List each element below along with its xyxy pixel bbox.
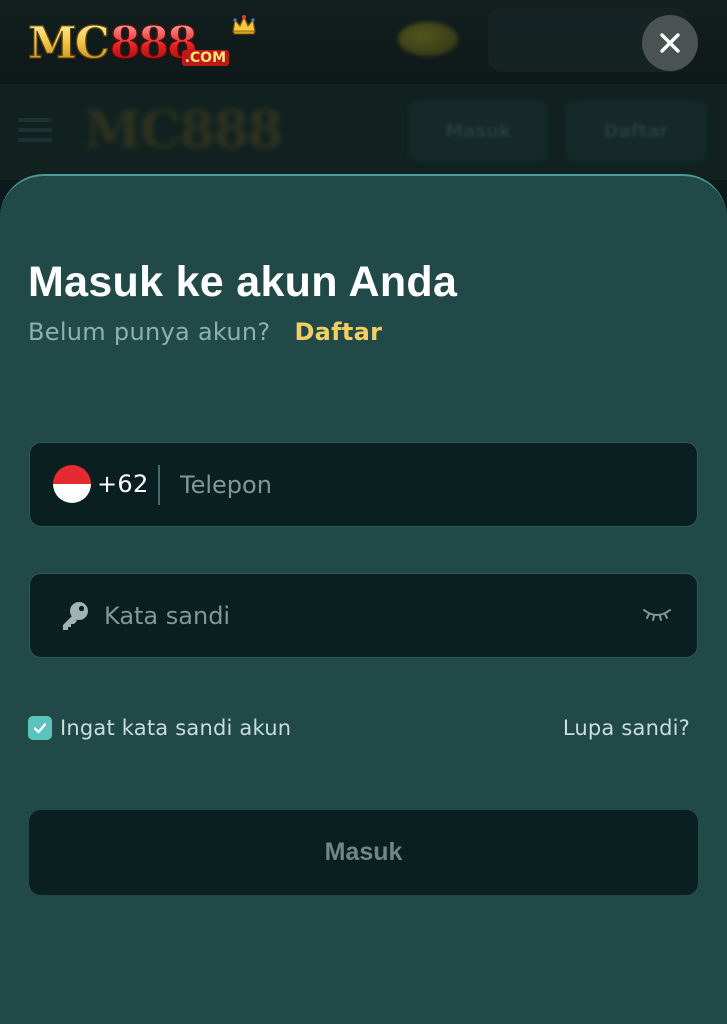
phone-field[interactable]: +62 (29, 442, 698, 527)
forgot-password-link[interactable]: Lupa sandi? (563, 716, 690, 740)
close-icon (660, 33, 680, 53)
logo-text-suffix: .COM (181, 50, 230, 66)
brand-logo: MC 888 .COM (28, 15, 256, 69)
register-link[interactable]: Daftar (294, 318, 382, 346)
checkmark-icon (33, 723, 47, 734)
phone-input[interactable] (180, 465, 680, 505)
crown-icon (232, 15, 256, 35)
close-button[interactable] (642, 15, 698, 71)
password-field[interactable] (29, 573, 698, 658)
remember-password-toggle[interactable]: Ingat kata sandi akun (28, 716, 291, 740)
page-title: Masuk ke akun Anda (28, 258, 458, 306)
country-code[interactable]: +62 (97, 470, 149, 498)
password-input[interactable] (104, 596, 624, 636)
eye-closed-icon[interactable] (642, 604, 672, 624)
logo-text-main: MC (28, 18, 111, 69)
indonesia-flag-icon (53, 465, 91, 503)
field-divider (158, 465, 160, 505)
key-icon (63, 602, 88, 630)
no-account-text: Belum punya akun? (28, 318, 271, 346)
remember-checkbox[interactable] (28, 716, 52, 740)
login-submit-button[interactable]: Masuk (29, 810, 698, 895)
remember-label: Ingat kata sandi akun (60, 716, 292, 740)
register-prompt: Belum punya akun? Daftar (28, 318, 382, 346)
